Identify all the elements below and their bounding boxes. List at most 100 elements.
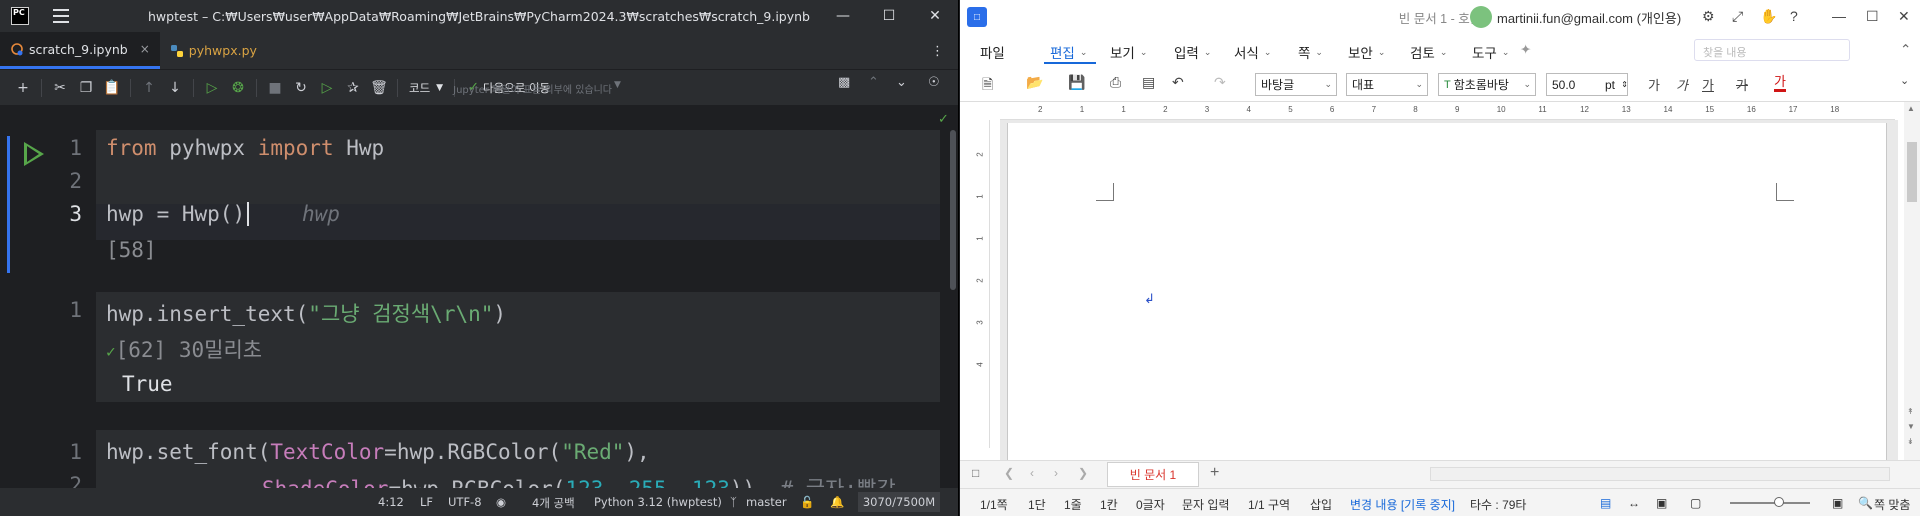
indent-setting[interactable]: 4개 공백 bbox=[532, 495, 575, 511]
terminal-icon[interactable]: ▩ bbox=[838, 75, 850, 90]
run-cell-icon[interactable]: ▷ bbox=[199, 75, 225, 101]
globe-icon[interactable]: ☉ bbox=[928, 75, 940, 90]
account[interactable]: martinii.fun@gmail.com (개인용) bbox=[1470, 6, 1681, 28]
font-select[interactable]: T 함초롬바탕 ⌄ bbox=[1438, 73, 1536, 96]
code-line[interactable]: from pyhwpx import Hwp bbox=[106, 136, 384, 160]
stepper-icon[interactable]: ⇕ bbox=[1621, 80, 1628, 89]
chevron-down-icon[interactable]: ⌄ bbox=[1900, 74, 1909, 87]
run-all-icon[interactable]: ▷ bbox=[314, 75, 340, 101]
cut-icon[interactable]: ✂ bbox=[47, 75, 73, 101]
zoom-slider[interactable] bbox=[1730, 497, 1810, 507]
copy-icon[interactable]: ❐ bbox=[73, 75, 99, 101]
reader-mode-icon[interactable]: ◉ bbox=[496, 495, 506, 509]
menu-page[interactable]: 쪽 ⌄ bbox=[1298, 42, 1323, 62]
clear-outputs-icon[interactable]: ✰ bbox=[340, 75, 366, 101]
first-page-icon[interactable]: ❮ bbox=[1004, 466, 1014, 480]
python-interpreter[interactable]: Python 3.12 (hwptest) bbox=[594, 495, 722, 509]
maximize-icon[interactable]: ☐ bbox=[866, 0, 912, 32]
horizontal-ruler[interactable]: 2 1 1 2 3 4 5 6 7 8 9 10 11 12 13 14 15 16 17 18 bbox=[1000, 102, 1895, 120]
menu-insert[interactable]: 입력 ⌄ bbox=[1174, 42, 1211, 62]
single-page-icon[interactable]: ▢ bbox=[1690, 496, 1701, 510]
close-icon[interactable]: ✕ bbox=[912, 0, 958, 32]
next-icon[interactable]: ⌄ bbox=[896, 75, 907, 90]
document-tab[interactable]: 빈 문서 1 bbox=[1107, 462, 1199, 487]
cell-type-dropdown[interactable]: 코드 ▼ bbox=[403, 80, 449, 96]
move-up-icon[interactable]: ↑ bbox=[136, 75, 162, 101]
expand-icon[interactable]: ⤢ bbox=[1732, 8, 1743, 25]
last-page-icon[interactable]: ❯ bbox=[1078, 466, 1088, 480]
hand-icon[interactable]: ✋ bbox=[1760, 8, 1777, 25]
gear-icon[interactable]: ⚙ bbox=[1702, 8, 1715, 25]
stop-icon[interactable]: ■ bbox=[262, 75, 288, 101]
print-icon[interactable]: ⎙ bbox=[1110, 74, 1121, 91]
document-area[interactable]: ↲ bbox=[1000, 120, 1898, 460]
save-icon[interactable]: 💾 bbox=[1068, 74, 1085, 91]
line-separator[interactable]: LF bbox=[420, 495, 433, 509]
menu-format[interactable]: 서식 ⌄ bbox=[1234, 42, 1271, 62]
new-doc-icon[interactable]: 🗎 bbox=[982, 74, 993, 98]
vertical-scrollbar[interactable]: ▲ ↟ ▼ ↡ bbox=[1904, 102, 1920, 460]
menu-edit[interactable]: 편집 ⌄ bbox=[1050, 42, 1087, 62]
collapse-ribbon-icon[interactable]: ⌃ bbox=[1900, 42, 1911, 58]
zoom-search-icon[interactable]: 🔍 bbox=[1858, 496, 1873, 510]
status-track-changes[interactable]: 변경 내용 [기록 중지] bbox=[1350, 496, 1455, 513]
menu-review[interactable]: 검토 ⌄ bbox=[1410, 42, 1447, 62]
strikethrough-button[interactable]: 가 bbox=[1736, 75, 1748, 94]
font-size-input[interactable]: 50.0 pt ⇕ bbox=[1546, 73, 1628, 96]
prev-icon[interactable]: ⌃ bbox=[868, 75, 879, 90]
jupyter-notice[interactable]: Jupyter 파일이 표들 외부에 있습니다 bbox=[453, 81, 612, 96]
editor-scrollbar[interactable] bbox=[950, 130, 956, 290]
notebook-editor[interactable]: ✓ 1 2 3 from pyhwpx import Hwp hwp = Hwp… bbox=[0, 106, 958, 501]
scroll-down-icon[interactable]: ▼ bbox=[1907, 422, 1915, 431]
minimize-icon[interactable]: — bbox=[1832, 8, 1846, 24]
code-line[interactable]: hwp.insert_text("그냥 검정색\r\n") bbox=[106, 298, 506, 328]
puzzle-icon[interactable]: ✦ bbox=[1520, 42, 1531, 58]
page-up-icon[interactable]: ↟ bbox=[1907, 407, 1914, 416]
help-icon[interactable]: ? bbox=[1790, 8, 1798, 24]
menu-view[interactable]: 보기 ⌄ bbox=[1110, 42, 1147, 62]
add-cell-icon[interactable]: + bbox=[10, 75, 36, 101]
more-tabs-icon[interactable]: ⋮ bbox=[931, 44, 944, 59]
status-insert[interactable]: 삽입 bbox=[1310, 496, 1332, 513]
menu-tools[interactable]: 도구 ⌄ bbox=[1472, 42, 1509, 62]
zoom-handle[interactable] bbox=[1774, 497, 1784, 507]
web-view-icon[interactable]: ↔ bbox=[1628, 496, 1640, 510]
git-branch[interactable]: master bbox=[746, 495, 787, 509]
add-tab-icon[interactable]: + bbox=[1210, 464, 1219, 482]
minimize-icon[interactable]: — bbox=[820, 0, 866, 32]
debug-icon[interactable]: ❂ bbox=[225, 75, 251, 101]
scroll-thumb[interactable] bbox=[1907, 142, 1917, 202]
lock-icon[interactable]: 🔓 bbox=[800, 495, 814, 509]
next-page-icon[interactable]: › bbox=[1054, 466, 1058, 480]
main-menu-icon[interactable] bbox=[53, 9, 69, 23]
language-select[interactable]: 대표 ⌄ bbox=[1346, 73, 1428, 96]
document-page[interactable]: ↲ bbox=[1007, 123, 1887, 460]
tab-scratch-9[interactable]: scratch_9.ipynb × bbox=[0, 32, 160, 69]
code-line[interactable]: hwp.set_font(TextColor=hwp.RGBColor("Red… bbox=[106, 440, 650, 464]
prev-page-icon[interactable]: ‹ bbox=[1030, 466, 1034, 480]
undo-icon[interactable]: ↶ bbox=[1172, 74, 1184, 91]
text-color-button[interactable]: 가 bbox=[1774, 75, 1786, 92]
move-down-icon[interactable]: ↓ bbox=[162, 75, 188, 101]
underline-button[interactable]: 가 bbox=[1702, 75, 1714, 94]
preview-icon[interactable]: ▤ bbox=[1142, 74, 1155, 91]
italic-button[interactable]: 가 bbox=[1676, 75, 1688, 94]
notifications-icon[interactable]: 🔔 bbox=[830, 495, 844, 509]
caret-position[interactable]: 4:12 bbox=[378, 495, 404, 509]
file-encoding[interactable]: UTF-8 bbox=[448, 495, 482, 509]
char-shape-button[interactable]: 가 bbox=[1648, 75, 1660, 94]
memory-indicator[interactable]: 3070/7500M bbox=[858, 492, 940, 512]
vertical-ruler[interactable]: 2 1 1 2 3 4 bbox=[970, 120, 990, 448]
status-zoom-fit[interactable]: 쪽 맞춤 bbox=[1874, 496, 1910, 513]
horizontal-scrollbar[interactable] bbox=[1430, 467, 1890, 481]
tab-close-icon[interactable]: × bbox=[140, 42, 150, 56]
style-select[interactable]: 바탕글 ⌄ bbox=[1255, 73, 1337, 96]
maximize-icon[interactable]: ☐ bbox=[1866, 8, 1879, 25]
scroll-up-icon[interactable]: ▲ bbox=[1907, 104, 1915, 113]
redo-icon[interactable]: ↷ bbox=[1214, 74, 1226, 91]
paste-icon[interactable]: 📋 bbox=[99, 75, 125, 101]
restart-kernel-icon[interactable]: ↻ bbox=[288, 75, 314, 101]
close-icon[interactable]: ✕ bbox=[1898, 8, 1910, 25]
fit-icon[interactable]: ▣ bbox=[1832, 496, 1843, 510]
memo-icon[interactable]: □ bbox=[972, 466, 979, 480]
